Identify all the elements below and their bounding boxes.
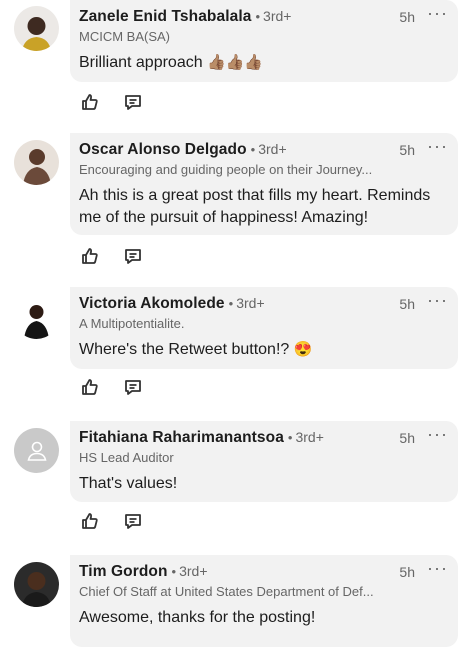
author-name[interactable]: Oscar Alonso Delgado <box>79 141 247 158</box>
separator-dot: • <box>171 564 177 579</box>
emoji: 😍 <box>293 341 313 358</box>
comment-bubble: Zanele Enid Tshabalala • 3rd+ 5h ··· MCICM… <box>70 0 458 82</box>
connection-degree: 3rd+ <box>236 295 265 311</box>
more-options-icon[interactable]: ··· <box>427 290 448 311</box>
more-options-icon[interactable]: ··· <box>427 3 448 24</box>
more-options-icon[interactable]: ··· <box>427 558 448 579</box>
author-name[interactable]: Fitahiana Raharimanantsoa <box>79 429 284 446</box>
separator-dot: • <box>287 430 293 445</box>
timestamp: 5h <box>399 430 415 446</box>
connection-degree: 3rd+ <box>258 141 287 157</box>
timestamp: 5h <box>399 9 415 25</box>
comment-icon[interactable] <box>123 511 143 531</box>
author-headline: MCICM BA(SA) <box>79 29 170 44</box>
comment-text: Brilliant approach 👍🏽👍🏽👍🏽 <box>79 52 263 74</box>
comment-icon[interactable] <box>123 246 143 266</box>
comment-item: Fitahiana Raharimanantsoa • 3rd+ 5h ··· HS… <box>0 421 473 541</box>
comment-text-body: Where's the Retweet button!? <box>79 341 290 358</box>
more-options-icon[interactable]: ··· <box>427 136 448 157</box>
comment-bubble: Victoria Akomolede • 3rd+ 5h ··· A Multipo… <box>70 287 458 369</box>
comment-text-line: me of the pursuit of happiness! Amazing! <box>79 209 369 226</box>
avatar[interactable] <box>14 428 59 473</box>
comment-actions <box>80 92 143 112</box>
thumbs-up-icon[interactable] <box>80 511 100 531</box>
separator-dot: • <box>255 9 261 24</box>
author-name[interactable]: Tim Gordon <box>79 563 168 580</box>
more-options-icon[interactable]: ··· <box>427 424 448 445</box>
emoji: 👍🏽👍🏽👍🏽 <box>207 54 264 71</box>
comment-icon[interactable] <box>123 92 143 112</box>
connection-degree: 3rd+ <box>295 429 324 445</box>
avatar[interactable] <box>14 140 59 185</box>
comment-item: Tim Gordon • 3rd+ 5h ··· Chief Of Staff at… <box>0 555 473 657</box>
author-headline: Chief Of Staff at United States Departme… <box>79 584 374 599</box>
comment-item: Victoria Akomolede • 3rd+ 5h ··· A Multipo… <box>0 287 473 407</box>
connection-degree: 3rd+ <box>263 8 292 24</box>
thumbs-up-icon[interactable] <box>80 246 100 266</box>
comment-text: Ah this is a great post that fills my he… <box>79 185 430 229</box>
comment-text: Awesome, thanks for the posting! <box>79 607 315 629</box>
comment-bubble: Oscar Alonso Delgado • 3rd+ 5h ··· Encoura… <box>70 133 458 235</box>
timestamp: 5h <box>399 564 415 580</box>
comment-text: That's values! <box>79 473 177 495</box>
comment-item: Zanele Enid Tshabalala • 3rd+ 5h ··· MCICM… <box>0 0 473 125</box>
thumbs-up-icon[interactable] <box>80 92 100 112</box>
comment-text-line: Ah this is a great post that fills my he… <box>79 187 431 204</box>
comment-bubble: Fitahiana Raharimanantsoa • 3rd+ 5h ··· HS… <box>70 421 458 502</box>
author-headline: Encouraging and guiding people on their … <box>79 162 373 177</box>
author-name[interactable]: Zanele Enid Tshabalala <box>79 8 251 25</box>
timestamp: 5h <box>399 142 415 158</box>
comment-actions <box>80 377 143 397</box>
avatar[interactable] <box>14 6 59 51</box>
comment-text: Where's the Retweet button!? 😍 <box>79 339 312 361</box>
author-headline: A Multipotentialite. <box>79 316 185 331</box>
author-name[interactable]: Victoria Akomolede <box>79 295 225 312</box>
comment-bubble: Tim Gordon • 3rd+ 5h ··· Chief Of Staff at… <box>70 555 458 647</box>
comment-actions <box>80 511 143 531</box>
author-headline: HS Lead Auditor <box>79 450 174 465</box>
timestamp: 5h <box>399 296 415 312</box>
connection-degree: 3rd+ <box>179 563 208 579</box>
comment-item: Oscar Alonso Delgado • 3rd+ 5h ··· Encoura… <box>0 133 473 273</box>
default-profile-icon <box>26 441 47 461</box>
comment-text-body: That's values! <box>79 475 178 492</box>
separator-dot: • <box>228 296 234 311</box>
comment-text-body: Brilliant approach <box>79 54 203 71</box>
avatar[interactable] <box>14 294 59 339</box>
thumbs-up-icon[interactable] <box>80 377 100 397</box>
avatar[interactable] <box>14 562 59 607</box>
comment-icon[interactable] <box>123 377 143 397</box>
separator-dot: • <box>250 142 256 157</box>
comment-text-body: Awesome, thanks for the posting! <box>79 609 316 626</box>
comment-actions <box>80 246 143 266</box>
